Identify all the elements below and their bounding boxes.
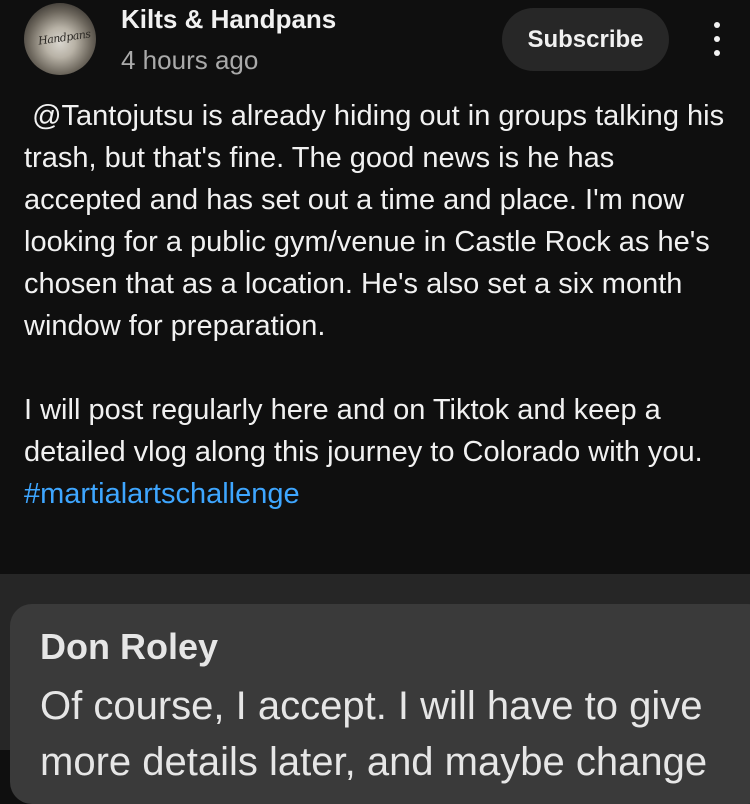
quoted-reply-panel: Don Roley Of course, I accept. I will ha… <box>0 574 750 804</box>
subscribe-button[interactable]: Subscribe <box>502 8 669 71</box>
post-timestamp: 4 hours ago <box>121 45 259 75</box>
menu-dot <box>714 50 720 56</box>
channel-name[interactable]: Kilts & Handpans <box>121 4 336 35</box>
community-post: Handpans Kilts & Handpans 4 hours ago Su… <box>0 0 750 574</box>
post-body: @Tantojutsu is already hiding out in gro… <box>24 95 734 515</box>
avatar-logo-text: Handpans <box>37 27 92 48</box>
channel-avatar[interactable]: Handpans <box>24 3 96 75</box>
post-text: @Tantojutsu is already hiding out in gro… <box>24 100 725 468</box>
menu-dot <box>714 36 720 42</box>
reply-text-line: more details later, and maybe change <box>40 740 708 784</box>
reply-author: Don Roley <box>40 626 219 667</box>
menu-dot <box>714 22 720 28</box>
kebab-menu-icon[interactable] <box>704 16 730 62</box>
quoted-reply-card[interactable]: Don Roley Of course, I accept. I will ha… <box>10 604 750 804</box>
reply-text: Of course, I accept. I will have to give… <box>40 678 707 790</box>
reply-text-line: Of course, I accept. I will have to give <box>40 684 703 728</box>
hashtag-link[interactable]: #martialartschallenge <box>24 478 300 510</box>
